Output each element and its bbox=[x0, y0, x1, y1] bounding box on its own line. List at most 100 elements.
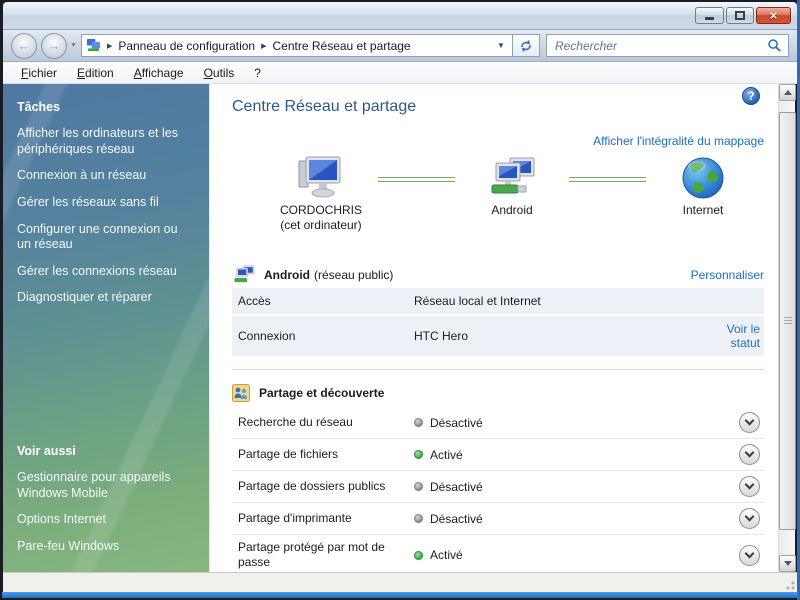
sharing-section-title: Partage et découverte bbox=[259, 386, 384, 400]
map-connector bbox=[378, 177, 455, 182]
sidebar-item-diagnose-repair[interactable]: Diagnostiquer et réparer bbox=[17, 290, 193, 306]
back-arrow-icon: ← bbox=[18, 39, 31, 52]
expand-chevron-button[interactable] bbox=[739, 444, 760, 465]
forward-button[interactable]: → bbox=[41, 33, 67, 59]
expand-chevron-button[interactable] bbox=[739, 412, 760, 433]
recent-pages-dropdown[interactable]: ▼ bbox=[70, 42, 77, 49]
map-node-label: Internet bbox=[683, 203, 724, 218]
access-row: Accès Réseau local et Internet bbox=[232, 288, 764, 314]
globe-icon bbox=[681, 156, 725, 200]
help-icon[interactable]: ? bbox=[742, 87, 760, 105]
menu-help[interactable]: ? bbox=[244, 64, 271, 82]
sidebar-item-internet-options[interactable]: Options Internet bbox=[17, 512, 193, 528]
map-node-label: CORDOCHRIS (cet ordinateur) bbox=[280, 203, 362, 233]
expand-chevron-button[interactable] bbox=[739, 508, 760, 529]
sharing-row-printer: Partage d'imprimante Désactivé bbox=[232, 502, 764, 534]
network-small-icon bbox=[232, 264, 256, 286]
status-dot bbox=[414, 551, 423, 560]
back-button[interactable]: ← bbox=[11, 33, 37, 59]
status-dot bbox=[414, 450, 423, 459]
map-connector bbox=[569, 177, 646, 182]
network-name: Android bbox=[264, 268, 310, 282]
network-icon bbox=[486, 156, 538, 200]
sidebar-item-windows-firewall[interactable]: Pare-feu Windows bbox=[17, 539, 193, 555]
map-node-computer[interactable]: CORDOCHRIS (cet ordinateur) bbox=[260, 156, 382, 233]
sharing-section-header: Partage et découverte bbox=[232, 381, 764, 405]
section-divider bbox=[232, 369, 764, 370]
sidebar-item-connect-network[interactable]: Connexion à un réseau bbox=[17, 168, 193, 184]
sharing-rows: Recherche du réseau Désactivé Partage de… bbox=[232, 407, 764, 572]
control-panel-icon bbox=[86, 38, 101, 53]
computer-icon bbox=[296, 156, 346, 200]
vertical-scrollbar[interactable] bbox=[778, 84, 795, 572]
map-node-internet[interactable]: Internet bbox=[642, 156, 764, 218]
arrow-up-icon bbox=[784, 90, 792, 95]
search-box[interactable] bbox=[546, 34, 789, 57]
refresh-icon bbox=[519, 39, 533, 53]
access-value: Réseau local et Internet bbox=[414, 294, 760, 308]
refresh-button[interactable] bbox=[513, 34, 540, 57]
map-node-network[interactable]: Android bbox=[451, 156, 573, 218]
address-dropdown-icon[interactable]: ▼ bbox=[494, 41, 508, 50]
breadcrumb-network-center[interactable]: Centre Réseau et partage bbox=[273, 39, 411, 53]
maximize-icon bbox=[735, 11, 745, 20]
sharing-people-icon bbox=[232, 384, 250, 402]
search-icon[interactable] bbox=[767, 38, 782, 53]
menu-edition[interactable]: Edition bbox=[67, 64, 124, 82]
page-title: Centre Réseau et partage bbox=[232, 98, 764, 116]
connection-value: HTC Hero bbox=[414, 329, 704, 343]
address-bar[interactable]: ▶ Panneau de configuration ▶ Centre Rése… bbox=[81, 34, 513, 57]
close-button[interactable]: × bbox=[756, 7, 791, 24]
sharing-row-password-protected: Partage protégé par mot de passe Activé bbox=[232, 534, 764, 572]
expand-chevron-button[interactable] bbox=[739, 545, 760, 566]
see-also-header: Voir aussi bbox=[17, 444, 193, 458]
title-bar[interactable]: × bbox=[3, 2, 797, 30]
forward-arrow-icon: → bbox=[48, 39, 61, 52]
menu-outils[interactable]: Outils bbox=[194, 64, 245, 82]
chevron-down-icon bbox=[745, 512, 755, 522]
view-status-link[interactable]: Voir le statut bbox=[704, 322, 760, 351]
menu-bar: Fichier Edition Affichage Outils ? bbox=[3, 62, 797, 84]
status-dot bbox=[414, 482, 423, 491]
chevron-down-icon bbox=[745, 416, 755, 426]
sidebar-item-view-computers[interactable]: Afficher les ordinateurs et les périphér… bbox=[17, 126, 193, 157]
task-sidebar: Tâches Afficher les ordinateurs et les p… bbox=[3, 84, 210, 572]
sidebar-item-windows-mobile[interactable]: Gestionnaire pour appareils Windows Mobi… bbox=[17, 470, 193, 501]
resize-grip[interactable] bbox=[783, 578, 795, 590]
network-sharing-center-window: × ← → ▼ ▶ Panneau de configuration ▶ Cen… bbox=[0, 0, 800, 600]
sidebar-item-manage-wireless[interactable]: Gérer les réseaux sans fil bbox=[17, 195, 193, 211]
maximize-button[interactable] bbox=[726, 7, 754, 24]
search-input[interactable] bbox=[553, 38, 767, 54]
main-content: ? Centre Réseau et partage Afficher l'in… bbox=[210, 84, 778, 572]
expand-chevron-button[interactable] bbox=[739, 476, 760, 497]
menu-fichier[interactable]: Fichier bbox=[11, 64, 67, 82]
tasks-header: Tâches bbox=[17, 100, 193, 114]
network-kind: (réseau public) bbox=[314, 268, 393, 282]
breadcrumb-control-panel[interactable]: Panneau de configuration bbox=[118, 39, 255, 53]
sidebar-item-manage-connections[interactable]: Gérer les connexions réseau bbox=[17, 264, 193, 280]
sharing-row-network-discovery: Recherche du réseau Désactivé bbox=[232, 407, 764, 438]
minimize-button[interactable] bbox=[695, 7, 724, 24]
network-map: CORDOCHRIS (cet ordinateur) bbox=[232, 156, 764, 254]
breadcrumb-arrow-icon: ▶ bbox=[261, 42, 266, 50]
sharing-row-file-sharing: Partage de fichiers Activé bbox=[232, 438, 764, 470]
window-bottom-border bbox=[2, 592, 798, 598]
connection-label: Connexion bbox=[238, 329, 414, 343]
sharing-row-public-folder: Partage de dossiers publics Désactivé bbox=[232, 470, 764, 502]
close-icon: × bbox=[770, 9, 778, 22]
scrollbar-grip-icon bbox=[784, 317, 792, 324]
breadcrumb-arrow-icon: ▶ bbox=[107, 42, 112, 50]
customize-link[interactable]: Personnaliser bbox=[691, 268, 764, 282]
view-full-map-link[interactable]: Afficher l'intégralité du mappage bbox=[593, 134, 764, 148]
connection-row: Connexion HTC Hero Voir le statut bbox=[232, 316, 764, 356]
arrow-down-icon bbox=[784, 561, 792, 566]
scroll-down-button[interactable] bbox=[779, 555, 796, 572]
menu-affichage[interactable]: Affichage bbox=[124, 64, 194, 82]
sidebar-item-setup-connection[interactable]: Configurer une connexion ou un réseau bbox=[17, 222, 193, 253]
navigation-toolbar: ← → ▼ ▶ Panneau de configuration ▶ Centr… bbox=[3, 30, 797, 62]
scrollbar-thumb[interactable] bbox=[779, 112, 796, 530]
chevron-down-icon bbox=[745, 448, 755, 458]
map-node-label: Android bbox=[491, 203, 532, 218]
minimize-icon bbox=[705, 17, 714, 20]
scroll-up-button[interactable] bbox=[779, 84, 796, 101]
